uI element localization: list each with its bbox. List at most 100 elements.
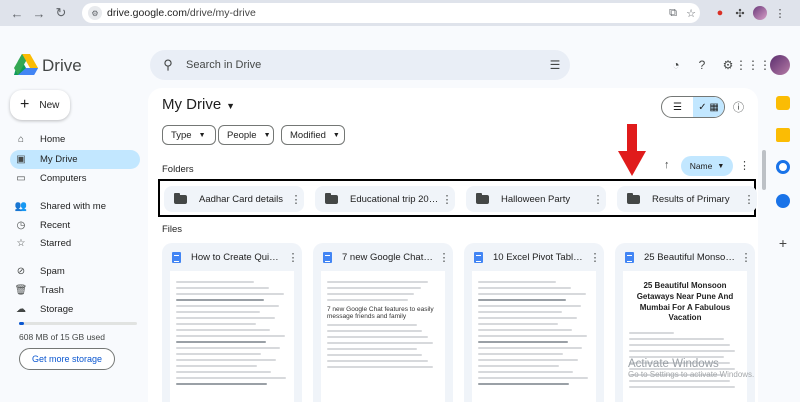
file-preview-thumbnail[interactable]: 7 new Google Chat features to easily mes… <box>321 271 445 402</box>
shared-icon: 👥 <box>14 201 28 212</box>
sidebar-item-trash[interactable]: 🗑 Trash <box>10 281 140 300</box>
folder-card[interactable]: Results of Primary ⋮ <box>617 186 757 212</box>
add-addon-icon[interactable]: + <box>776 236 790 250</box>
file-preview-thumbnail[interactable]: 25 Beautiful Monsoon Getaways Near Pune … <box>623 271 747 402</box>
chevron-down-icon: ▼ <box>263 131 271 139</box>
folder-icon <box>325 192 338 204</box>
apps-grid-icon[interactable]: ⋮⋮⋮ <box>735 57 771 73</box>
google-docs-icon <box>474 251 483 263</box>
folder-card[interactable]: Aadhar Card details ⋮ <box>164 186 304 212</box>
sidebar-item-label: Computers <box>40 173 87 184</box>
profile-icon[interactable] <box>750 3 770 23</box>
menu-icon[interactable]: ⋮ <box>770 3 790 23</box>
sidebar-item-spam[interactable]: ⊘ Spam <box>10 262 140 281</box>
google-docs-icon <box>625 251 634 263</box>
filter-label: Type <box>171 129 192 141</box>
new-button[interactable]: + New <box>10 90 70 120</box>
filter-modified[interactable]: Modified ▼ <box>281 125 345 145</box>
folder-card[interactable]: Educational trip 20… ⋮ <box>315 186 455 212</box>
view-toggle[interactable]: ☰ ✓ ▦ <box>661 96 725 118</box>
sidebar-item-starred[interactable]: ☆ Starred <box>10 234 140 253</box>
install-app-icon[interactable]: ⧉ <box>664 7 682 20</box>
sidebar-item-shared-with-me[interactable]: 👥 Shared with me <box>10 197 140 216</box>
sidebar-item-label: Spam <box>40 266 65 277</box>
storage-usage-text: 608 MB of 15 GB used <box>19 332 105 342</box>
storage-progress-fill <box>19 322 24 325</box>
file-preview-thumbnail[interactable] <box>170 271 294 402</box>
file-name: 7 new Google Chat… <box>342 251 433 263</box>
extension-icon[interactable]: ● <box>710 3 730 23</box>
page-title[interactable]: My Drive ▼ <box>162 96 235 113</box>
address-bar[interactable]: ⚙ drive.google.com/drive/my-drive ⧉ ☆ <box>82 3 700 23</box>
more-options-icon[interactable]: ⋮ <box>741 193 757 206</box>
google-docs-icon <box>323 251 332 263</box>
more-options-icon[interactable]: ⋮ <box>435 251 453 264</box>
details-info-icon[interactable]: ⓘ <box>733 99 744 115</box>
calendar-icon[interactable] <box>776 96 790 110</box>
file-card[interactable]: 10 Excel Pivot Tabl… ⋮ <box>464 243 604 402</box>
more-options-icon[interactable]: ⋮ <box>284 251 302 264</box>
sidebar-item-label: My Drive <box>40 154 78 165</box>
extensions-puzzle-icon[interactable]: ✣ <box>730 3 750 23</box>
spam-icon: ⊘ <box>16 266 26 277</box>
drive-header: Drive ⚲ Search in Drive ☰ ◔ ? ⚙ ⋮⋮⋮ <box>0 44 800 86</box>
more-options-icon[interactable]: ⋮ <box>586 251 604 264</box>
more-options-icon[interactable]: ⋮ <box>439 193 455 206</box>
search-icon[interactable]: ⚲ <box>160 57 176 73</box>
list-view-icon[interactable]: ☰ <box>662 97 693 117</box>
filter-people[interactable]: People ▼ <box>218 125 274 145</box>
sidebar-item-label: Starred <box>40 238 72 249</box>
account-avatar[interactable] <box>770 55 790 75</box>
file-name: 25 Beautiful Monso… <box>644 251 735 263</box>
contacts-icon[interactable] <box>776 194 790 208</box>
more-options-icon[interactable]: ⋮ <box>590 193 606 206</box>
more-options-icon[interactable]: ⋮ <box>288 193 304 206</box>
watermark-title: Activate Windows <box>628 358 719 370</box>
more-options-icon[interactable]: ⋮ <box>737 251 755 264</box>
bookmark-star-icon[interactable]: ☆ <box>682 7 700 20</box>
browser-toolbar: ← → ↻ ⚙ drive.google.com/drive/my-drive … <box>0 0 800 26</box>
cloud-icon: ☁ <box>16 304 26 315</box>
get-more-storage-button[interactable]: Get more storage <box>19 348 115 370</box>
search-options-icon[interactable]: ☰ <box>540 58 570 72</box>
sidebar-item-computers[interactable]: ▭ Computers <box>10 169 140 188</box>
site-info-icon[interactable]: ⚙ <box>88 6 102 20</box>
sidebar-item-home[interactable]: ⌂ Home <box>10 130 140 149</box>
settings-gear-icon[interactable]: ⚙ <box>720 57 736 73</box>
help-icon[interactable]: ? <box>694 57 710 73</box>
clock-icon: ◷ <box>16 220 26 231</box>
offline-status-icon[interactable]: ◔ <box>668 57 684 73</box>
reload-icon[interactable]: ↻ <box>50 2 72 24</box>
search-input[interactable]: Search in Drive <box>186 59 540 71</box>
drive-logo-icon[interactable] <box>14 54 38 76</box>
scrollbar[interactable] <box>762 150 766 190</box>
tasks-icon[interactable] <box>776 160 790 174</box>
file-card[interactable]: 7 new Google Chat… ⋮ 7 new Google Chat fea… <box>313 243 453 402</box>
filter-type[interactable]: Type ▼ <box>162 125 216 145</box>
sidebar-item-storage[interactable]: ☁ Storage <box>10 300 140 319</box>
sort-direction-icon[interactable]: ↑ <box>664 159 670 171</box>
computers-icon: ▭ <box>16 173 26 184</box>
sidebar-item-label: Shared with me <box>40 201 107 212</box>
grid-view-icon[interactable]: ✓ ▦ <box>693 97 724 117</box>
forward-icon[interactable]: → <box>28 2 50 24</box>
folder-card[interactable]: Halloween Party ⋮ <box>466 186 606 212</box>
my-drive-icon: ▣ <box>16 154 26 165</box>
file-preview-thumbnail[interactable] <box>472 271 596 402</box>
main-panel: My Drive ▼ ☰ ✓ ▦ ⓘ Type ▼ People ▼ Modified ▼ … <box>148 88 758 402</box>
search-bar[interactable]: ⚲ Search in Drive ☰ <box>150 50 570 80</box>
folders-section-label: Folders <box>162 164 194 175</box>
google-docs-icon <box>172 251 181 263</box>
new-label: New <box>39 99 60 111</box>
sidebar-item-my-drive[interactable]: ▣ My Drive <box>10 150 140 169</box>
back-icon[interactable]: ← <box>6 2 28 24</box>
sort-by-button[interactable]: Name ▼ <box>681 156 733 176</box>
keep-icon[interactable] <box>776 128 790 142</box>
sidebar-item-recent[interactable]: ◷ Recent <box>10 216 140 235</box>
sidebar-item-label: Recent <box>40 220 71 231</box>
brand-name[interactable]: Drive <box>42 56 82 76</box>
more-options-icon[interactable]: ⋮ <box>739 159 750 172</box>
url-path: /drive/my-drive <box>186 7 256 19</box>
sidebar-item-label: Home <box>40 134 66 145</box>
file-card[interactable]: How to Create Qui… ⋮ <box>162 243 302 402</box>
